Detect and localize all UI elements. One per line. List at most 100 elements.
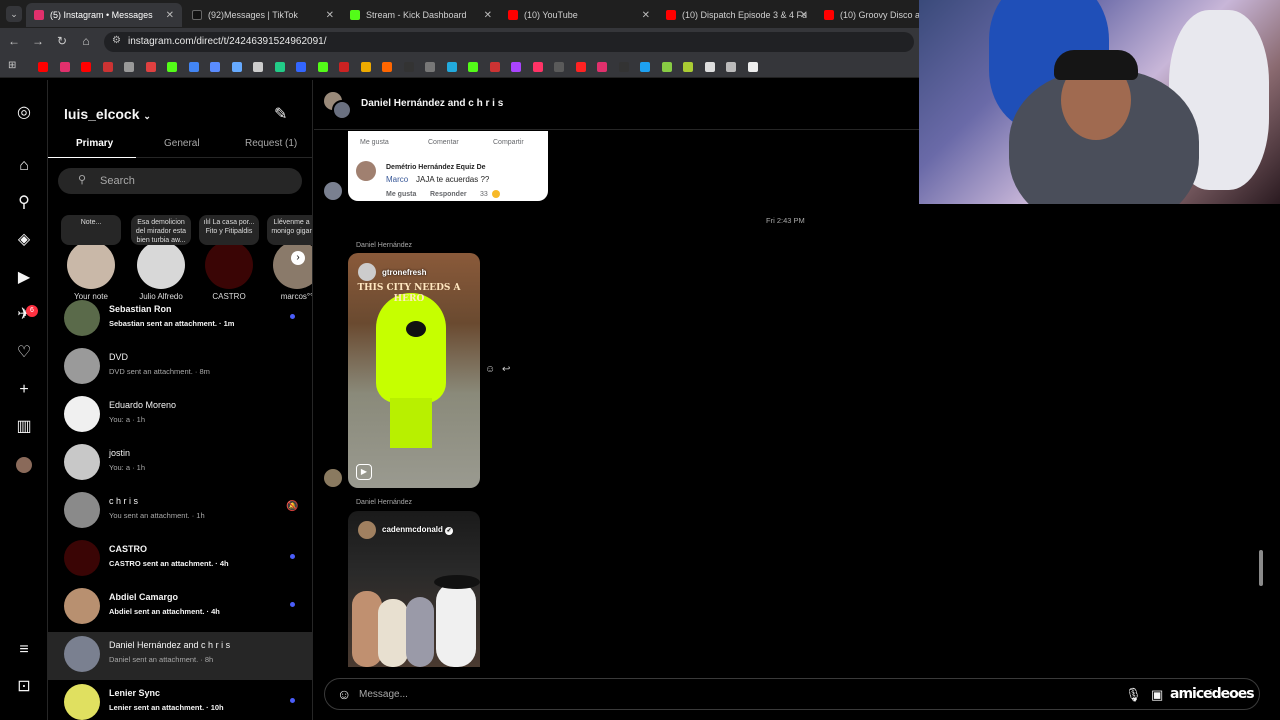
bookmark-icon[interactable] — [618, 62, 629, 72]
tab-requests[interactable]: Request (1) — [245, 138, 297, 149]
conversation-row[interactable]: Lenier Sync Lenier sent an attachment. · … — [48, 680, 312, 720]
bookmark-icon[interactable] — [167, 62, 177, 72]
create-icon[interactable]: + — [14, 380, 34, 400]
heart-icon[interactable]: ♡ — [14, 343, 34, 363]
bookmark-icon[interactable] — [726, 62, 736, 72]
image-icon[interactable]: ▣ — [1151, 687, 1163, 703]
bookmark-icon[interactable] — [704, 62, 715, 72]
bookmark-icon[interactable] — [489, 62, 500, 72]
message-composer[interactable]: ☺ Message... 🎙 ▣ ◔ ♡ — [324, 678, 1260, 710]
bookmark-icon[interactable] — [59, 62, 70, 72]
react-emoji-icon[interactable]: ☺ — [485, 364, 495, 375]
note-item[interactable]: ılıl La casa por... Fito y Fitipaldis CAS… — [196, 215, 262, 301]
bookmark-icon[interactable] — [360, 62, 371, 72]
bookmark-icon[interactable] — [747, 62, 758, 72]
bookmark-icon[interactable] — [425, 62, 435, 72]
bookmark-icon[interactable] — [339, 62, 349, 72]
browser-tab[interactable]: (10) YouTube ✕ — [500, 3, 658, 27]
profile-avatar[interactable] — [16, 457, 32, 473]
reply-icon[interactable]: ↩ — [502, 364, 510, 375]
conversation-row[interactable]: Eduardo Moreno You: a · 1h — [48, 392, 312, 440]
bookmark-icon[interactable] — [102, 62, 113, 72]
close-icon[interactable]: ✕ — [166, 10, 174, 21]
browser-tab[interactable]: (10) Groovy Disco and — [816, 3, 920, 27]
bookmark-icon[interactable] — [532, 62, 543, 72]
bookmark-icon[interactable] — [274, 62, 285, 72]
tab-primary[interactable]: Primary — [76, 138, 113, 149]
bookmark-icon[interactable] — [296, 62, 306, 72]
address-bar[interactable]: ⚙ instagram.com/direct/t/242463915249620… — [104, 32, 914, 52]
bookmark-icon[interactable] — [661, 62, 672, 72]
tab-general[interactable]: General — [164, 138, 200, 149]
shared-image-card[interactable]: Me gusta Comentar Compartir Demétrio Her… — [348, 131, 548, 201]
browser-tab[interactable]: (92)Messages | TikTok ✕ — [184, 3, 342, 27]
conversation-row[interactable]: Daniel Hernández and c h r i s Daniel sen… — [48, 632, 312, 680]
home-icon[interactable]: ⌂ — [78, 34, 94, 48]
sender-avatar[interactable] — [324, 469, 342, 487]
group-avatar[interactable] — [332, 100, 352, 120]
conversation-row[interactable]: c h r i s You sent an attachment. · 1h 🔕 — [48, 488, 312, 536]
bookmark-icon[interactable] — [640, 62, 650, 72]
back-icon[interactable]: ← — [6, 34, 22, 48]
sender-avatar[interactable] — [324, 182, 342, 200]
close-icon[interactable]: ✕ — [642, 10, 650, 21]
bookmark-icon[interactable] — [188, 62, 199, 72]
bookmark-icon[interactable] — [511, 62, 521, 72]
shared-reel[interactable]: THIS CITY NEEDS A HERO gtronefresh ▶ — [348, 253, 480, 488]
browser-tab[interactable]: (10) Dispatch Episode 3 & 4 Fu ✕ — [658, 3, 816, 27]
browser-tab[interactable]: Stream - Kick Dashboard ✕ — [342, 3, 500, 27]
bookmark-icon[interactable] — [317, 62, 328, 72]
explore-icon[interactable]: ◈ — [14, 230, 34, 250]
account-switcher[interactable]: luis_elcock ⌄ — [64, 106, 151, 122]
bookmark-icon[interactable] — [683, 62, 693, 72]
bookmark-icon[interactable] — [253, 62, 263, 72]
bookmark-icon[interactable] — [403, 62, 414, 72]
bookmark-icon[interactable] — [554, 62, 564, 72]
note-item[interactable]: Note... Your note — [58, 215, 124, 301]
menu-icon[interactable]: ≡ — [14, 640, 34, 660]
bookmark-icon[interactable] — [446, 62, 457, 72]
note-item[interactable]: Esa demolicion del mirador esta bien tur… — [128, 215, 194, 301]
emoji-icon[interactable]: ☺ — [337, 686, 351, 702]
bookmark-icon[interactable] — [81, 62, 91, 72]
search-input[interactable]: ⚲ Search — [58, 168, 302, 194]
microphone-icon[interactable]: 🎙 — [1125, 687, 1142, 703]
bookmark-icon[interactable] — [382, 62, 392, 72]
site-info-icon[interactable]: ⚙ — [112, 35, 121, 46]
browser-tab[interactable]: (5) Instagram • Messages ✕ — [26, 3, 182, 27]
conversation-row[interactable]: Abdiel Camargo Abdiel sent an attachment.… — [48, 584, 312, 632]
chat-header[interactable]: Daniel Hernández and c h r i s — [314, 80, 919, 130]
bookmark-icon[interactable] — [210, 62, 220, 72]
chat-title[interactable]: Daniel Hernández and c h r i s — [361, 98, 503, 109]
apps-icon[interactable]: ⊞ — [8, 60, 16, 71]
close-icon[interactable]: ✕ — [326, 10, 334, 21]
tab-search-button[interactable]: ⌄ — [6, 6, 22, 22]
dashboard-icon[interactable]: ▥ — [14, 417, 34, 437]
bookmark-icon[interactable] — [575, 62, 586, 72]
bookmark-icon[interactable] — [145, 62, 156, 72]
bookmark-icon[interactable] — [597, 62, 607, 72]
bookmark-icon[interactable] — [38, 62, 48, 72]
bookmark-icon[interactable] — [124, 62, 134, 72]
shared-reel[interactable]: cadenmcdonald ✓ — [348, 511, 480, 667]
conversation-row[interactable]: jostin You: a · 1h — [48, 440, 312, 488]
chevron-right-icon[interactable]: › — [291, 251, 305, 265]
instagram-logo-icon[interactable]: ◎ — [14, 103, 34, 123]
note-item[interactable]: Llévenme a los monigo gigantesmarcos°° — [264, 215, 312, 301]
bookmark-icon[interactable] — [468, 62, 478, 72]
close-icon[interactable]: ✕ — [800, 10, 808, 21]
conversation-row[interactable]: DVD DVD sent an attachment. · 8m — [48, 344, 312, 392]
conversation-row[interactable]: Sebastian Ron Sebastian sent an attachmen… — [48, 296, 312, 344]
reload-icon[interactable]: ↻ — [54, 34, 70, 48]
bookmark-icon[interactable] — [231, 62, 242, 72]
home-icon[interactable]: ⌂ — [14, 156, 34, 176]
new-message-icon[interactable]: ✎ — [274, 104, 287, 124]
threads-icon[interactable]: ⊡ — [14, 677, 34, 697]
conversation-preview: CASTRO sent an attachment. · 4h — [109, 559, 229, 568]
conversation-row[interactable]: CASTRO CASTRO sent an attachment. · 4h — [48, 536, 312, 584]
close-icon[interactable]: ✕ — [484, 10, 492, 21]
forward-icon[interactable]: → — [30, 34, 46, 48]
scrollbar[interactable] — [1259, 550, 1263, 586]
reels-icon[interactable]: ▶ — [14, 268, 34, 288]
search-icon[interactable]: ⚲ — [14, 193, 34, 213]
